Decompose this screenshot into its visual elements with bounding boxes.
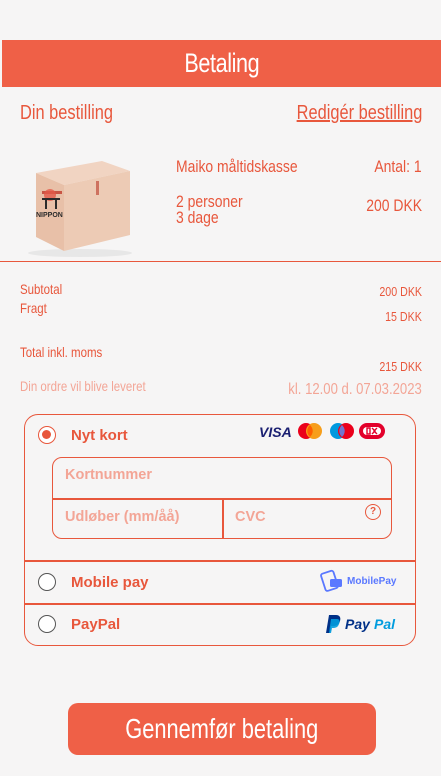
delivery-label: Din ordre vil blive leveret (20, 378, 146, 394)
product-box-image: NIPPON (28, 161, 132, 257)
product-price: 200 DKK (366, 196, 422, 215)
shipping-value: 15 DKK (385, 309, 422, 324)
mobilepay-icon (320, 569, 342, 592)
cvc-input[interactable]: CVC (235, 509, 266, 525)
order-heading: Din bestilling (20, 102, 113, 124)
product-quantity: Antal: 1 (374, 157, 422, 176)
card-logos: VISA (257, 421, 387, 443)
new-card-radio[interactable] (38, 426, 56, 444)
maestro-icon (330, 423, 354, 439)
mastercard-icon (298, 423, 322, 439)
complete-payment-button[interactable]: Gennemfør betaling (68, 703, 376, 755)
shipping-label: Fragt (20, 300, 47, 316)
edit-order-link[interactable]: Redigér bestilling (296, 102, 422, 125)
paypal-label: PayPal (71, 616, 121, 633)
complete-payment-label: Gennemfør betaling (125, 713, 319, 744)
cvc-help-icon[interactable]: ? (365, 504, 381, 520)
mobilepay-logo: MobilePay (347, 576, 397, 587)
option-separator (25, 603, 415, 605)
new-card-label: Nyt kort (71, 427, 128, 444)
payment-methods-panel: Nyt kort VISA Kortnummer Udløber (mm/åå)… (24, 414, 416, 646)
total-value: 215 DKK (379, 359, 422, 374)
section-divider (0, 261, 441, 262)
page-header: Betaling (2, 40, 441, 87)
mobilepay-radio[interactable] (38, 573, 56, 591)
page-title: Betaling (184, 48, 259, 78)
mobilepay-label: Mobile pay (71, 574, 149, 591)
paypal-logo-pal: Pal (374, 616, 396, 632)
visa-logo: VISA (259, 424, 292, 440)
product-days: 3 dage (176, 208, 219, 227)
paypal-logo-pay: Pay (345, 616, 370, 632)
paypal-radio[interactable] (38, 615, 56, 633)
option-separator (25, 560, 415, 562)
dankort-icon (359, 423, 385, 439)
paypal-icon (326, 615, 341, 633)
card-form: Kortnummer Udløber (mm/åå) CVC ? (52, 457, 392, 539)
subtotal-value: 200 DKK (379, 284, 422, 299)
card-number-placeholder: Kortnummer (65, 467, 153, 483)
field-divider-vertical (222, 498, 224, 539)
box-brand-text: NIPPON (36, 212, 63, 219)
product-name: Maiko måltidskasse (176, 157, 298, 176)
delivery-value: kl. 12.00 d. 07.03.2023 (288, 381, 422, 398)
subtotal-label: Subtotal (20, 281, 63, 297)
expiry-input[interactable]: Udløber (mm/åå) (65, 509, 179, 525)
total-label: Total inkl. moms (20, 344, 103, 360)
